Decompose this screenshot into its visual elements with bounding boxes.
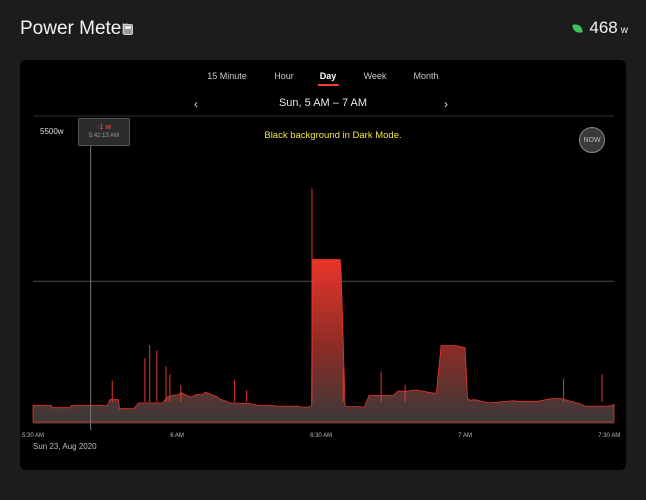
x-tick-label-2: 6:30 AM: [310, 433, 332, 439]
power-meter-icon: [123, 24, 133, 35]
current-watts-unit: w: [620, 25, 628, 36]
x-tick-label-3: 7 AM: [458, 433, 472, 439]
x-tick-label-1: 6 AM: [170, 433, 184, 439]
tooltip-time: 5:42:13 AM: [88, 133, 120, 139]
page-title: Power Meter: [20, 18, 128, 39]
cursor-tooltip: -1 w 5:42:13 AM: [78, 118, 130, 146]
dark-mode-banner: Black background in Dark Mode.: [264, 130, 402, 141]
now-button[interactable]: NOW: [579, 127, 605, 153]
x-tick-label-4: 7:30 AM: [598, 433, 620, 439]
x-tick-label-0: 5:30 AM: [22, 433, 44, 439]
chart-date: Sun 23, Aug 2020: [33, 442, 97, 451]
power-area-series: [32, 259, 615, 423]
leaf-icon: [572, 23, 584, 34]
header: Power Meter 468 w: [20, 14, 628, 44]
y-axis-max-label: 5500w: [40, 127, 64, 136]
current-watts-value: 468: [589, 18, 618, 37]
tooltip-value: -1 w: [96, 122, 112, 131]
now-button-label: NOW: [583, 136, 601, 144]
current-power-readout: 468 w: [572, 18, 628, 38]
chart-card: 15 Minute Hour Day Week Month ‹ Sun, 5 A…: [20, 60, 626, 470]
